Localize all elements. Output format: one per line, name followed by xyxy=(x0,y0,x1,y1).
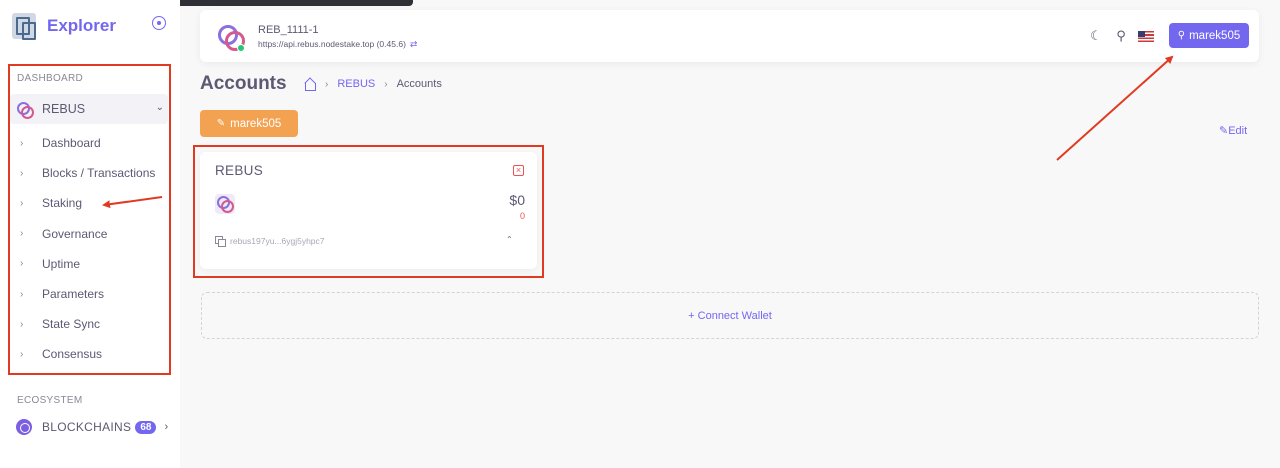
edit-link[interactable]: ✎Edit xyxy=(1219,124,1247,137)
account-name-button[interactable]: ✎ marek505 xyxy=(200,110,298,137)
edit-icon: ✎ xyxy=(1219,125,1229,137)
account-sub-value: 0 xyxy=(519,211,525,221)
annotation-arrow-user-button xyxy=(1056,55,1174,161)
connect-wallet-button[interactable]: + Connect Wallet xyxy=(201,292,1259,339)
user-account-label: marek505 xyxy=(1189,29,1241,42)
moon-icon[interactable]: ☾ xyxy=(1089,29,1103,43)
edit-label: Edit xyxy=(1228,125,1248,137)
key-icon: ⚲ xyxy=(1177,30,1186,41)
copy-icon[interactable] xyxy=(215,236,226,247)
sidebar-item-label: BLOCKCHAINS xyxy=(42,420,132,434)
account-chain-name: REBUS xyxy=(215,163,264,178)
rpc-url-text: https://api.rebus.nodestake.top (0.45.6) xyxy=(258,39,406,49)
annotation-box-sidebar xyxy=(8,64,171,375)
breadcrumb: › REBUS › Accounts xyxy=(304,78,442,91)
online-status-dot xyxy=(237,44,245,52)
close-square-icon[interactable]: × xyxy=(513,165,524,176)
breadcrumb-current: Accounts xyxy=(396,78,442,90)
sidebar-item-blockchains[interactable]: BLOCKCHAINS 68 › xyxy=(16,419,168,435)
account-card: REBUS × $0 0 rebus197yu...6ygj5yhpc7 ⌃ xyxy=(200,152,537,269)
search-icon[interactable]: ⚲ xyxy=(1114,29,1128,43)
page-title: Accounts xyxy=(200,73,287,94)
breadcrumb-chain[interactable]: REBUS xyxy=(337,78,375,90)
chevron-up-icon[interactable]: ⌃ xyxy=(506,235,513,244)
chain-id: REB_1111-1 xyxy=(258,24,319,36)
count-badge: 68 xyxy=(135,420,157,434)
user-account-button[interactable]: ⚲ marek505 xyxy=(1169,23,1249,48)
home-icon[interactable] xyxy=(304,79,316,91)
brand-logo-icon xyxy=(12,13,36,40)
account-name-label: marek505 xyxy=(230,117,282,130)
brand[interactable]: Explorer xyxy=(12,12,116,40)
chevron-right-icon: › xyxy=(384,78,388,90)
blockchains-icon xyxy=(16,419,32,435)
edit-icon: ✎ xyxy=(216,118,226,129)
settings-circle-icon[interactable] xyxy=(152,16,166,30)
account-address[interactable]: rebus197yu...6ygj5yhpc7 xyxy=(230,236,325,246)
chevron-right-icon: › xyxy=(164,421,169,433)
us-flag-icon[interactable] xyxy=(1138,31,1154,42)
switch-endpoint-icon[interactable]: ⇄ xyxy=(410,39,418,49)
account-value: $0 xyxy=(509,192,525,208)
annotation-arrows xyxy=(102,55,1174,209)
app-title: Explorer xyxy=(47,16,116,35)
rpc-endpoint[interactable]: https://api.rebus.nodestake.top (0.45.6)… xyxy=(258,39,417,50)
section-label-ecosystem: ECOSYSTEM xyxy=(17,395,83,406)
chevron-right-icon: › xyxy=(325,78,329,90)
rebus-chain-icon xyxy=(215,194,235,214)
top-header: REB_1111-1 https://api.rebus.nodestake.t… xyxy=(200,10,1259,62)
